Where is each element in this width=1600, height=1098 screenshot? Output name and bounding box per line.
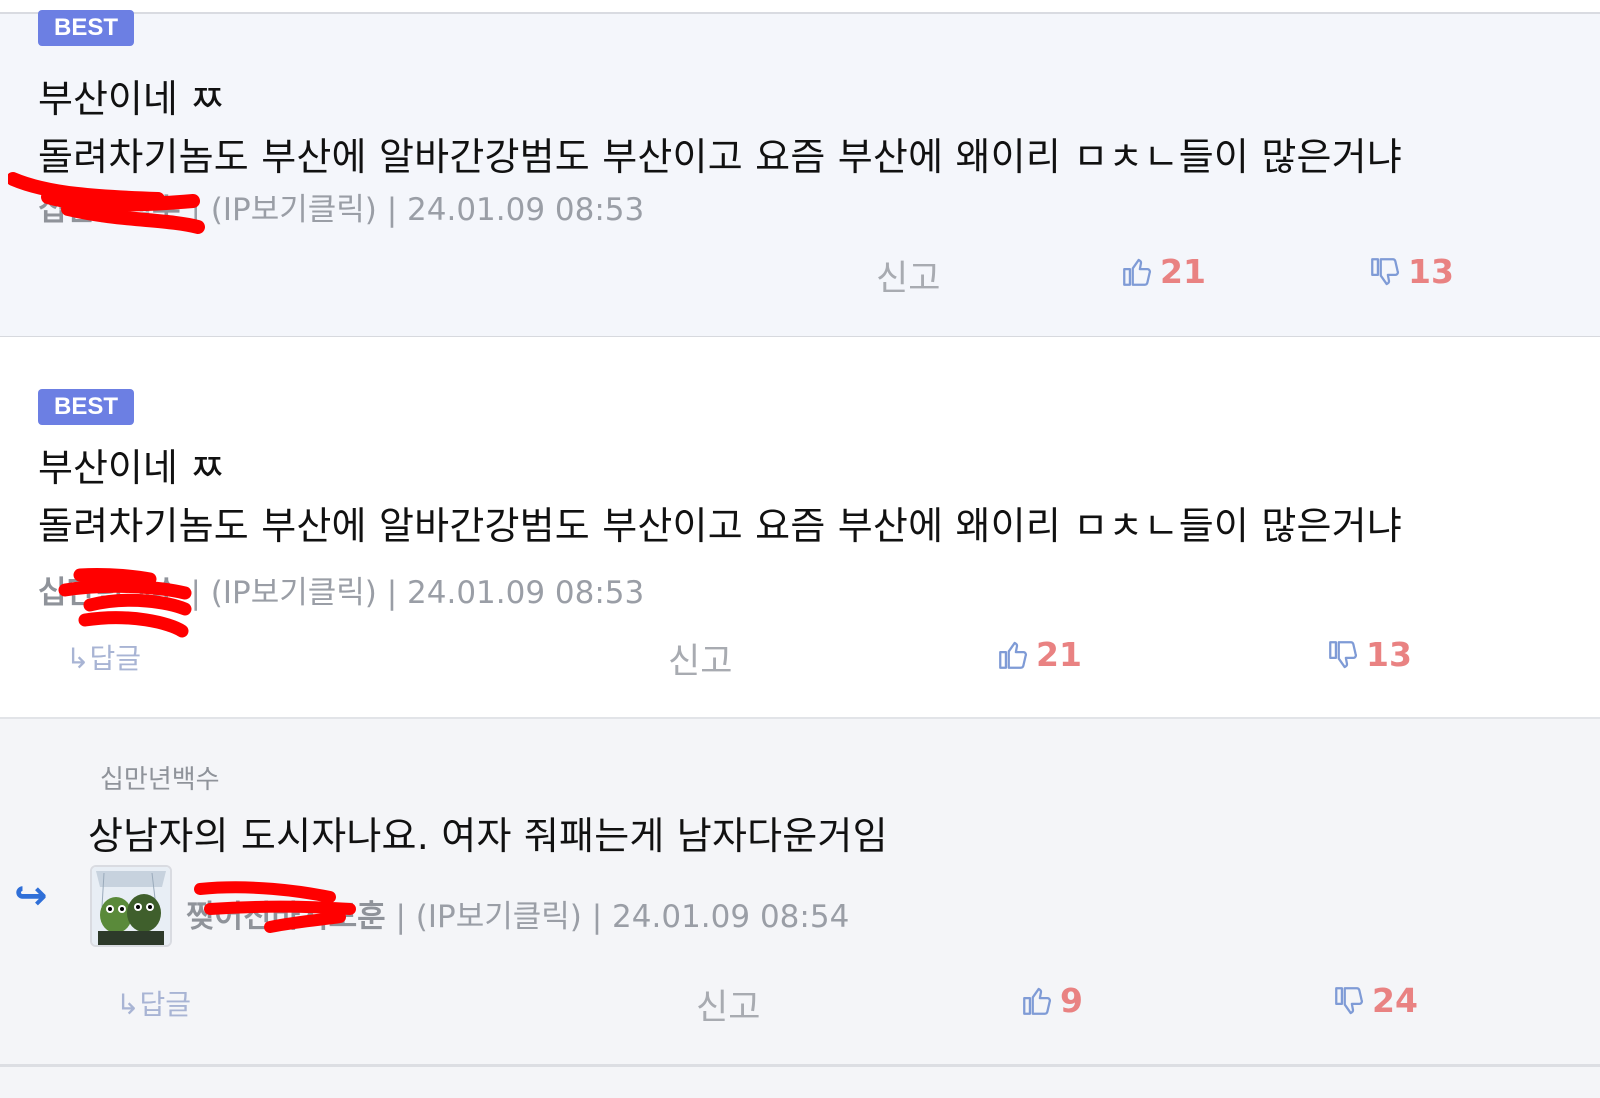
comment-body: 돌려차기놈도 부산에 알바간강범도 부산이고 요즘 부산에 왜이리 ㅁㅊㄴ들이 …: [38, 504, 1402, 548]
thumbs-down-icon: [1329, 640, 1357, 668]
comment-meta-info: | (IP보기클릭) | 24.01.09 08:54: [385, 899, 850, 935]
thumbs-up-icon: [999, 641, 1027, 669]
comment-meta-info: | (IP보기클릭) | 24.01.09 08:53: [180, 192, 645, 228]
comment-meta-info: | (IP보기클릭) | 24.01.09 08:53: [180, 575, 645, 611]
comment-author[interactable]: 십만년백수: [38, 575, 181, 611]
comment-body: 상남자의 도시자나요. 여자 줘패는게 남자다운거임: [88, 814, 888, 858]
dislike-button[interactable]: 24: [1332, 981, 1418, 1020]
reply-comment: 십만년백수 상남자의 도시자나요. 여자 줘패는게 남자다운거임 ↪ 찢어진바지…: [0, 719, 1600, 1067]
dislike-count: 13: [1366, 635, 1412, 674]
thumbs-up-icon: [1123, 258, 1151, 286]
like-button[interactable]: 9: [1020, 981, 1083, 1020]
frog-avatar-icon: [92, 867, 170, 945]
reply-to-user[interactable]: 십만년백수: [100, 759, 220, 796]
dislike-count: 13: [1408, 252, 1454, 291]
best-comment-2: BEST 부산이네 ㅉ 돌려차기놈도 부산에 알바간강범도 부산이고 요즘 부산…: [0, 337, 1600, 719]
best-comment-1: BEST 부산이네 ㅉ 돌려차기놈도 부산에 알바간강범도 부산이고 요즘 부산…: [0, 10, 1600, 339]
reply-button[interactable]: ↳답글: [116, 983, 191, 1023]
thumbs-down-icon: [1335, 986, 1363, 1014]
comment-body: 돌려차기놈도 부산에 알바간강범도 부산이고 요즘 부산에 왜이리 ㅁㅊㄴ들이 …: [38, 135, 1402, 179]
report-button[interactable]: 신고: [696, 979, 760, 1030]
comment-author[interactable]: 십만년백수: [38, 192, 181, 228]
comment-title: 부산이네 ㅉ: [38, 446, 225, 490]
thumbs-up-icon: [1023, 987, 1051, 1015]
comment-meta: 십만년백수 | (IP보기클릭) | 24.01.09 08:53: [38, 184, 644, 229]
dislike-count: 24: [1372, 981, 1418, 1020]
report-button[interactable]: 신고: [668, 633, 732, 684]
best-badge: BEST: [38, 389, 135, 425]
like-count: 9: [1060, 981, 1083, 1020]
dislike-button[interactable]: 13: [1368, 252, 1454, 291]
thumbs-down-icon: [1371, 257, 1399, 285]
like-button[interactable]: 21: [1120, 252, 1206, 291]
like-count: 21: [1160, 252, 1206, 291]
comment-meta: 십만년백수 | (IP보기클릭) | 24.01.09 08:53: [38, 567, 644, 612]
reply-button[interactable]: ↳답글: [66, 637, 141, 677]
comment-meta: 찢어진바지도훈 | (IP보기클릭) | 24.01.09 08:54: [186, 891, 849, 936]
comment-author[interactable]: 찢어진바지도훈: [186, 899, 386, 935]
dislike-button[interactable]: 13: [1326, 635, 1412, 674]
avatar[interactable]: [90, 865, 172, 947]
comment-title: 부산이네 ㅉ: [38, 77, 225, 121]
next-comment-area: [0, 1067, 1600, 1098]
best-badge: BEST: [38, 10, 135, 46]
like-count: 21: [1036, 635, 1082, 674]
report-button[interactable]: 신고: [876, 250, 940, 301]
like-button[interactable]: 21: [996, 635, 1082, 674]
reply-arrow-icon: ↪: [14, 873, 48, 919]
